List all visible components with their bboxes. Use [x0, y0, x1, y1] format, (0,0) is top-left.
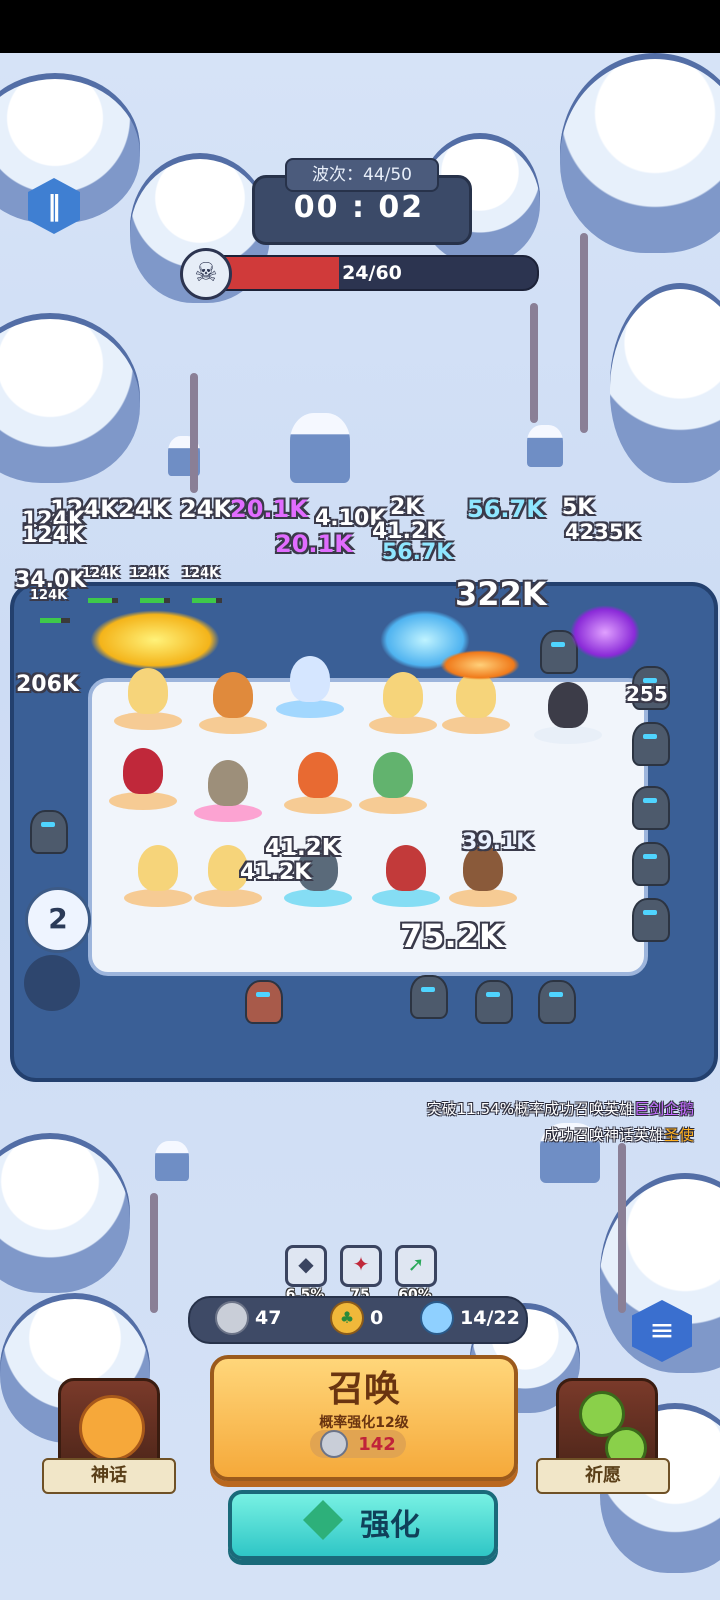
population-counter: 14/22 — [420, 1300, 520, 1336]
damage-number: 5K — [562, 495, 595, 520]
bare-tree — [530, 303, 538, 423]
mythic-icon — [79, 1395, 145, 1461]
enemy-unit — [632, 898, 670, 942]
summon-title: 召唤 — [327, 1369, 400, 1410]
damage-number: 255 — [626, 682, 668, 706]
enemy-unit — [538, 980, 576, 1024]
stat-speed[interactable]: ➚ 60% — [395, 1245, 437, 1303]
wave-timer: 00 : 02 — [293, 190, 425, 225]
damage-number: 56.7K — [382, 540, 454, 565]
snow-tree — [0, 313, 140, 483]
upgrade-label: 强化 — [360, 1508, 420, 1543]
hero-unit[interactable] — [359, 752, 427, 814]
gear-slot[interactable] — [24, 955, 80, 1011]
summon-subtitle: 概率强化12级 — [319, 1415, 409, 1431]
population-icon — [420, 1301, 454, 1335]
damage-number: 124K — [130, 566, 168, 581]
stat-attack[interactable]: ✦ 75 — [340, 1245, 382, 1303]
damage-number: 41.2K — [265, 835, 340, 861]
snow-tree — [0, 1133, 130, 1293]
clover-counter: ♣ 0 — [330, 1300, 383, 1336]
speed-icon: ➚ — [395, 1245, 437, 1287]
hero-unit[interactable] — [284, 752, 352, 814]
crit-icon: ◆ — [285, 1245, 327, 1287]
damage-number: 206K — [16, 672, 79, 697]
snow-rock — [290, 413, 350, 483]
snow-rock — [155, 1141, 189, 1181]
hero-unit[interactable] — [109, 748, 177, 810]
enemy-count-bar: 24/60 — [205, 255, 539, 291]
skill-level-badge[interactable]: 2 — [25, 887, 91, 953]
hero-unit[interactable] — [534, 682, 602, 744]
damage-number: 4235K — [565, 520, 640, 544]
silver-coin-icon — [320, 1430, 349, 1458]
enemy-unit — [632, 842, 670, 886]
snow-rock — [527, 425, 563, 467]
damage-number: 322K — [455, 575, 547, 613]
hero-unit[interactable] — [369, 672, 437, 734]
hero-unit[interactable] — [124, 845, 192, 907]
damage-number: 124K — [22, 523, 85, 548]
summon-cost: 142 — [310, 1430, 406, 1458]
hero-unit[interactable] — [442, 672, 510, 734]
clover-coin-icon: ♣ — [330, 1301, 364, 1335]
summon-message: 突破11.54%概率成功召唤英雄巨剑企鹅 — [426, 1100, 694, 1118]
enemy-hp-bar — [140, 598, 170, 603]
snow-tree — [560, 53, 720, 253]
pause-icon: ‖ — [47, 189, 61, 222]
hero-unit[interactable] — [194, 760, 262, 822]
hero-unit[interactable] — [276, 656, 344, 718]
damage-number: 39.1K — [462, 830, 534, 855]
damage-number: 124K — [182, 566, 220, 581]
enemy-unit — [632, 786, 670, 830]
enemy-hp-bar — [88, 598, 118, 603]
menu-icon: ≡ — [649, 1313, 675, 1348]
damage-number: 75.2K — [400, 917, 504, 955]
hero-unit[interactable] — [372, 845, 440, 907]
enemy-unit — [410, 975, 448, 1019]
damage-number: 2K — [390, 495, 423, 520]
snow-tree — [610, 283, 720, 483]
enemy-hp-bar — [40, 618, 70, 623]
damage-number: 20.1K — [275, 530, 353, 558]
bare-tree — [190, 373, 198, 493]
enemy-unit — [475, 980, 513, 1024]
enemy-unit — [245, 980, 283, 1024]
enemy-count-text: 24/60 — [342, 262, 402, 284]
bare-tree — [580, 233, 588, 433]
bare-tree — [150, 1193, 158, 1313]
enemy-hp-bar — [192, 598, 222, 603]
damage-number: 124K — [30, 588, 68, 603]
wave-label: 波次：44/50 — [285, 158, 439, 192]
hero-unit[interactable] — [199, 672, 267, 734]
silver-coin-icon — [215, 1301, 249, 1335]
lightning-effect — [90, 610, 220, 670]
attack-icon: ✦ — [340, 1245, 382, 1287]
mythic-label: 神话 — [42, 1458, 176, 1494]
stat-crit[interactable]: ◆ 6.5% — [285, 1245, 327, 1303]
damage-number: 24K — [180, 495, 232, 523]
magic-effect — [570, 605, 640, 660]
summon-message: 成功召唤神话英雄圣使 — [543, 1126, 694, 1144]
enemy-unit — [30, 810, 68, 854]
damage-number: 56.7K — [467, 495, 545, 523]
skull-icon: ☠ — [180, 248, 232, 300]
bare-tree — [618, 1143, 626, 1313]
wish-label: 祈愿 — [536, 1458, 670, 1494]
hero-unit[interactable] — [114, 668, 182, 730]
damage-number: 124K — [82, 566, 120, 581]
damage-number: 20.1K — [230, 495, 308, 523]
fire-effect — [440, 650, 520, 680]
damage-number: 41.2K — [240, 860, 312, 885]
damage-number: 24K — [118, 495, 170, 523]
silver-counter: 47 — [215, 1300, 281, 1336]
enemy-unit — [632, 722, 670, 766]
